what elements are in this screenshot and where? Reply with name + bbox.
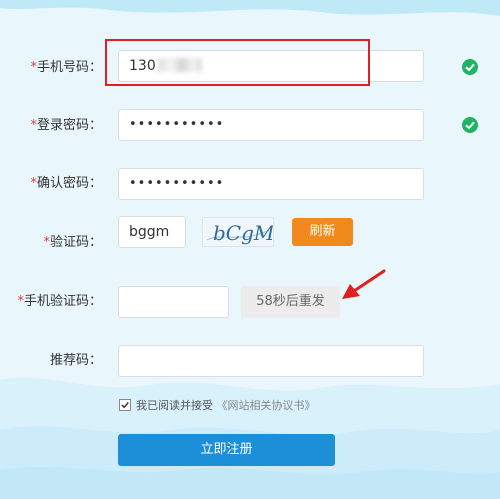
sms-code-label: *手机验证码： — [17, 294, 102, 309]
checkbox-checked-icon[interactable] — [119, 399, 131, 411]
captcha-image[interactable]: bCgM — [202, 217, 275, 247]
referral-label: 推荐码： — [49, 353, 102, 368]
agreement: 我已阅读并接受 《网站相关协议书》 — [119, 399, 316, 413]
referral-input[interactable] — [118, 345, 424, 377]
captcha-input[interactable]: bggm — [118, 216, 186, 248]
confirm-password-input[interactable]: ••••••••••• — [118, 168, 424, 200]
highlight-box — [105, 39, 370, 86]
confirm-password-label: *确认密码： — [30, 176, 102, 191]
password-label: *登录密码： — [30, 118, 102, 133]
agreement-link[interactable]: 《网站相关协议书》 — [217, 399, 316, 412]
annotation-arrow-icon — [342, 269, 386, 299]
agreement-text: 我已阅读并接受 — [136, 399, 213, 412]
register-button[interactable]: 立即注册 — [118, 434, 335, 466]
check-circle-icon — [462, 59, 478, 75]
check-circle-icon — [462, 117, 478, 133]
refresh-captcha-button[interactable]: 刷新 — [292, 218, 353, 246]
resend-sms-button[interactable]: 58秒后重发 — [241, 286, 340, 318]
captcha-image-text: bCgM — [213, 221, 273, 245]
captcha-label: *验证码： — [43, 235, 102, 250]
password-input[interactable]: ••••••••••• — [118, 109, 424, 141]
sms-code-input[interactable] — [118, 286, 229, 318]
phone-label: *手机号码： — [30, 60, 102, 75]
